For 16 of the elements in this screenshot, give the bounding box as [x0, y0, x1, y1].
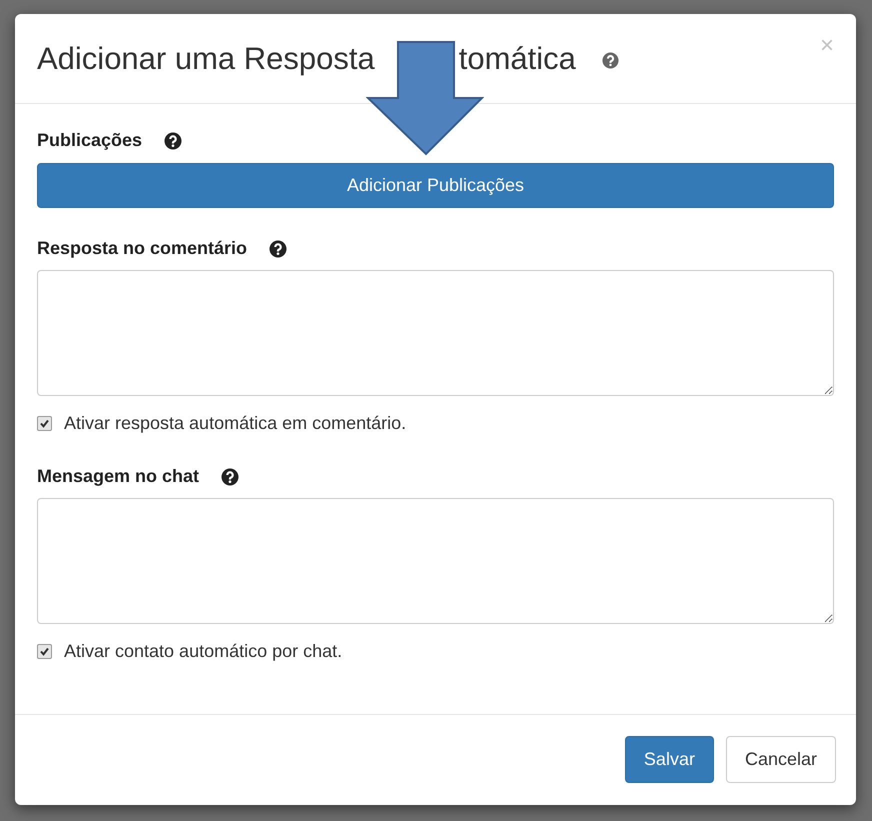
checkbox[interactable]	[37, 416, 52, 431]
save-button[interactable]: Salvar	[624, 736, 714, 783]
help-icon	[269, 240, 288, 258]
help-icon	[221, 468, 240, 486]
field-label: Mensagem no chat	[37, 466, 200, 487]
checkbox[interactable]	[37, 644, 52, 659]
dialog-title: tomática	[458, 40, 576, 76]
help-icon	[602, 52, 619, 69]
cancel-button[interactable]: Cancelar	[726, 736, 836, 783]
field-label: Publicações	[37, 130, 142, 151]
add-publications-button[interactable]: Adicionar Publicações	[37, 163, 834, 208]
field-label: Resposta no comentário	[37, 238, 248, 259]
help-icon	[164, 132, 182, 150]
checkbox-label: Ativar contato automático por chat.	[64, 641, 342, 662]
dialog-title: Adicionar uma Resposta	[37, 40, 375, 76]
checkbox-label: Ativar resposta automática em comentário.	[64, 413, 406, 434]
